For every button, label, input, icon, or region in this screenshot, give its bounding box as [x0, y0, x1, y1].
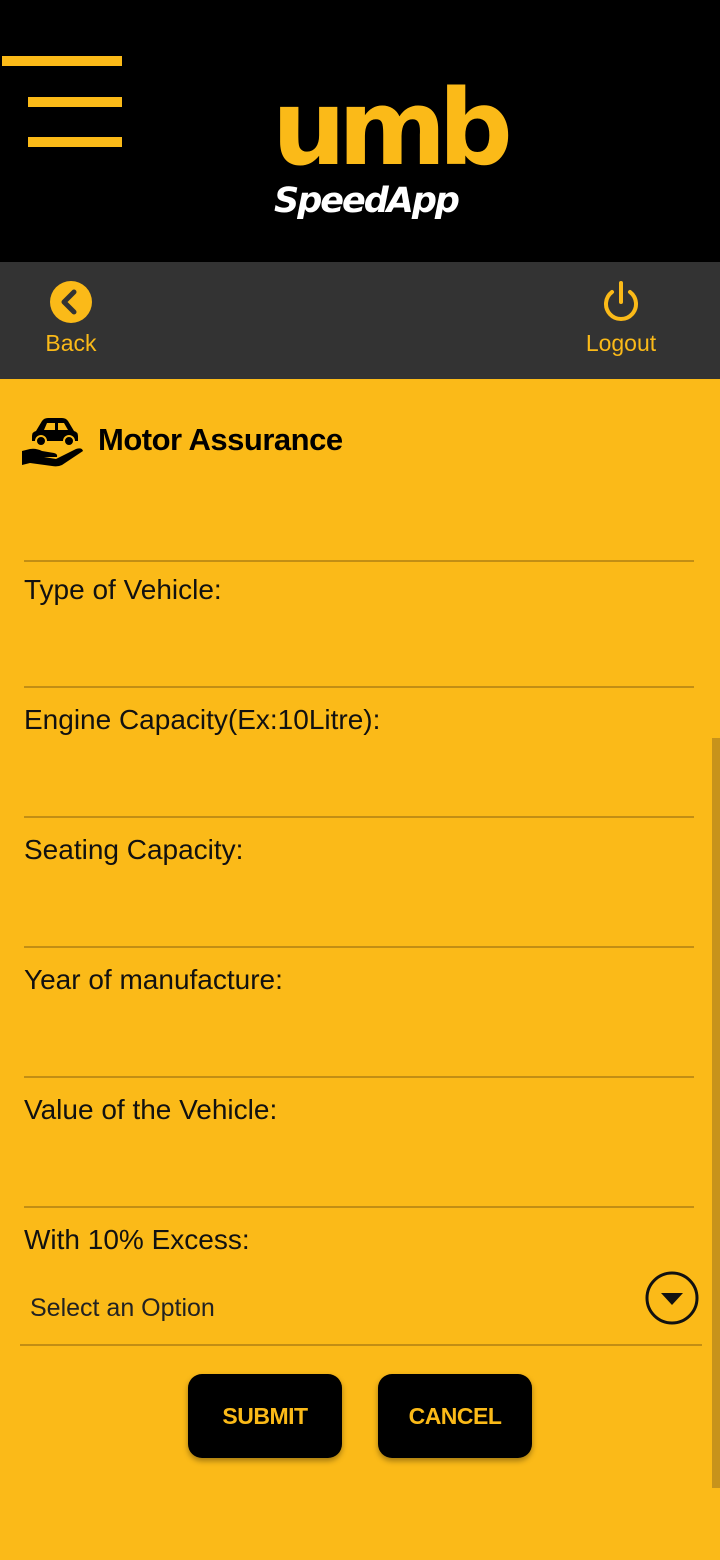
seating-capacity-input[interactable]	[24, 906, 694, 948]
dropdown-circle-icon[interactable]	[644, 1270, 700, 1326]
excess-select[interactable]: Select an Option	[20, 1268, 702, 1346]
vehicle-type-input[interactable]	[24, 646, 694, 688]
engine-capacity-field: Engine Capacity(Ex:10Litre):	[0, 688, 720, 818]
vehicle-type-field: Type of Vehicle:	[0, 558, 720, 688]
logo-subtitle: SpeedApp	[274, 181, 460, 221]
scrollbar[interactable]	[712, 738, 720, 1488]
logout-label: Logout	[585, 330, 657, 356]
year-of-manufacture-field: Year of manufacture:	[0, 948, 720, 1078]
logout-button[interactable]: Logout	[566, 280, 676, 364]
vehicle-type-label: Type of Vehicle:	[24, 574, 222, 605]
section-header: Motor Assurance	[20, 410, 343, 470]
engine-capacity-input[interactable]	[24, 776, 694, 818]
excess-selected-value: Select an Option	[30, 1294, 215, 1322]
section-top-input[interactable]	[24, 520, 694, 562]
vehicle-value-field: Value of the Vehicle:	[0, 1078, 720, 1208]
back-button[interactable]: Back	[16, 280, 126, 364]
engine-capacity-label: Engine Capacity(Ex:10Litre):	[24, 704, 381, 735]
app-logo: umb SpeedApp	[270, 76, 513, 236]
hamburger-menu-icon[interactable]	[0, 52, 124, 152]
seating-capacity-label: Seating Capacity:	[24, 834, 244, 865]
year-of-manufacture-input[interactable]	[24, 1036, 694, 1078]
vehicle-value-input[interactable]	[24, 1166, 694, 1208]
car-in-hand-icon	[22, 418, 83, 467]
app-header: umb SpeedApp	[0, 0, 720, 262]
submit-button[interactable]: SUBMIT	[188, 1374, 342, 1458]
seating-capacity-field: Seating Capacity:	[0, 818, 720, 948]
cancel-button[interactable]: CANCEL	[378, 1374, 532, 1458]
power-icon	[604, 281, 638, 321]
excess-label: With 10% Excess:	[24, 1224, 250, 1255]
year-of-manufacture-label: Year of manufacture:	[24, 964, 283, 995]
chevron-left-circle-icon	[50, 281, 92, 323]
logo-text: umb	[272, 67, 513, 189]
back-label: Back	[45, 330, 97, 356]
page-title: Motor Assurance	[98, 422, 343, 457]
navigation-bar: Back Logout	[0, 262, 720, 379]
vehicle-value-label: Value of the Vehicle:	[24, 1094, 278, 1125]
excess-field: With 10% Excess:	[0, 1208, 720, 1268]
